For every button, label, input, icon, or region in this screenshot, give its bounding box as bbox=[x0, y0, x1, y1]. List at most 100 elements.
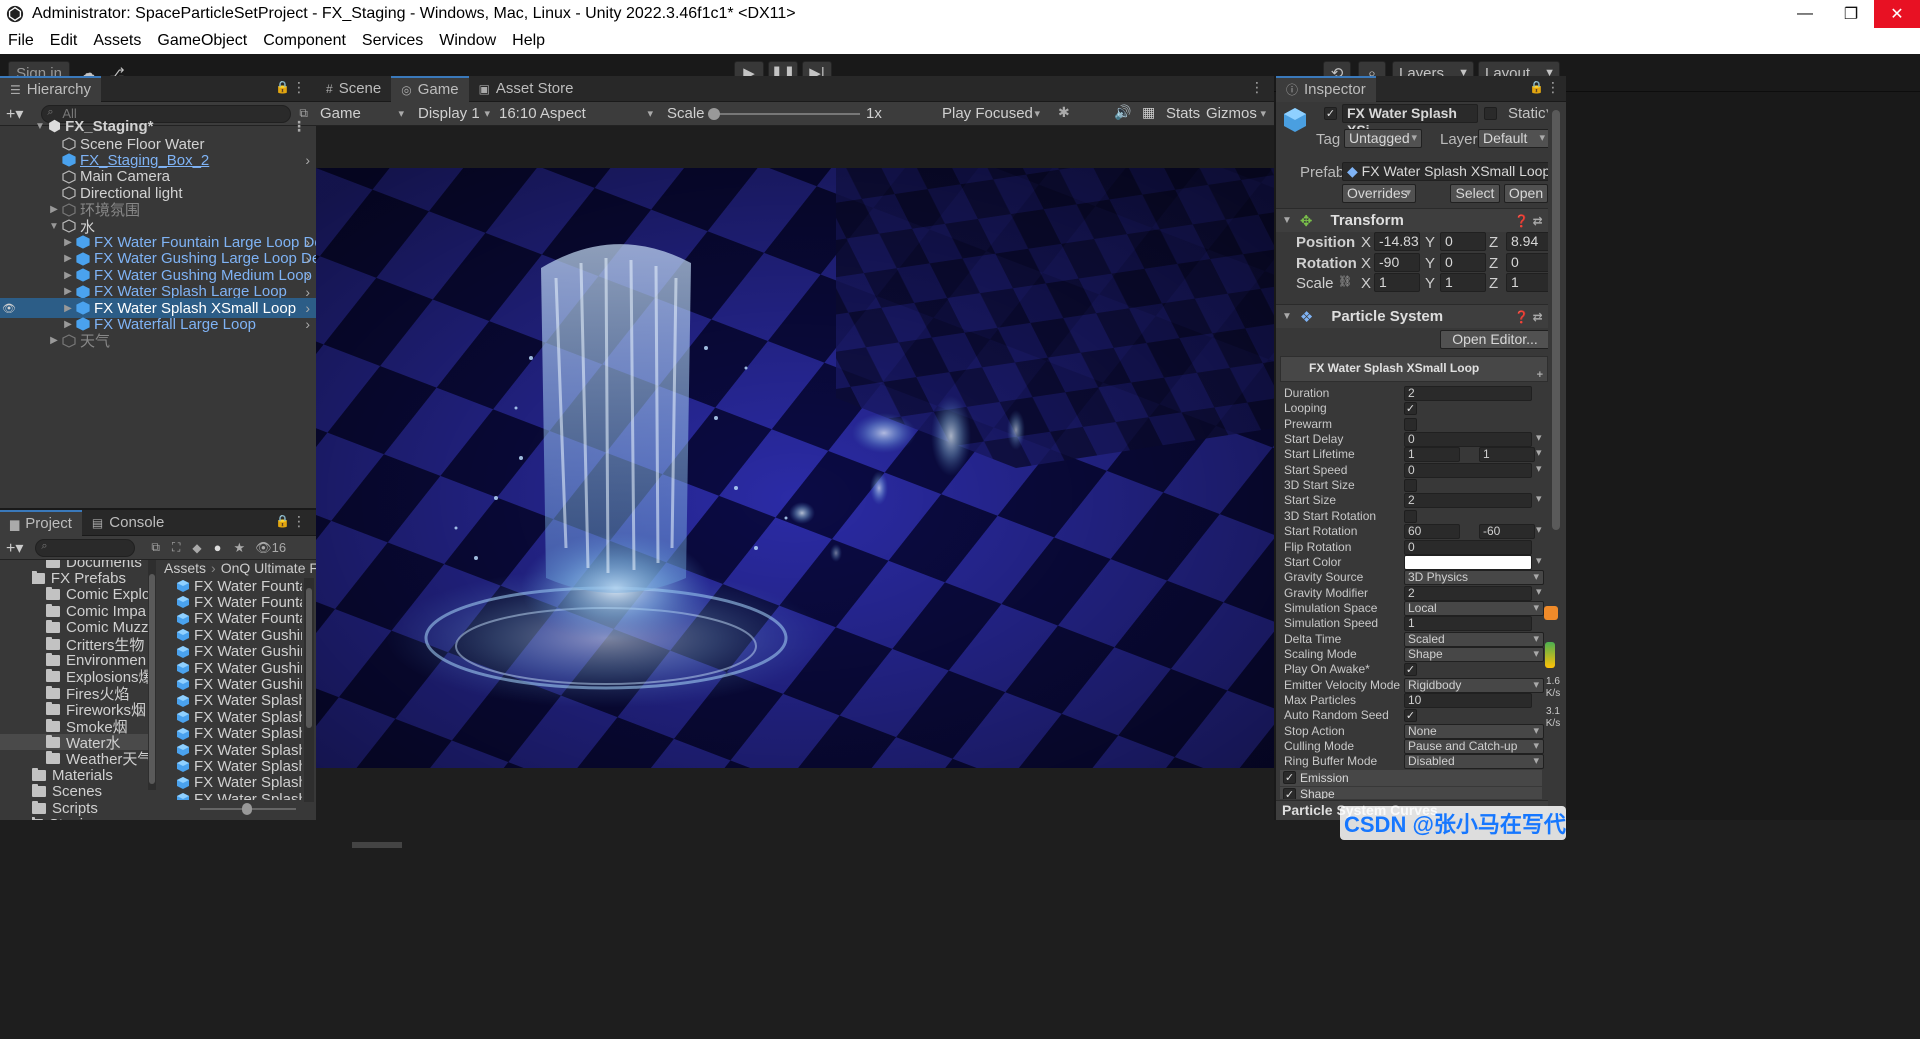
project-folder-row[interactable]: Critters生物 bbox=[46, 636, 156, 652]
tab-asset-store[interactable]: ▣ Asset Store bbox=[469, 76, 584, 102]
menu-assets[interactable]: Assets bbox=[85, 32, 149, 50]
project-asset-row[interactable]: FX Water Gushing bbox=[176, 660, 302, 676]
expand-arrow-icon[interactable]: ▶ bbox=[62, 253, 74, 264]
project-folder-row[interactable]: Weather天气 bbox=[46, 751, 156, 767]
project-folder-row[interactable]: Scripts bbox=[32, 800, 142, 816]
scale-slider-thumb[interactable] bbox=[708, 108, 720, 120]
aspect-dropdown[interactable]: 16:10 Aspect bbox=[499, 103, 657, 125]
particle-prop-checkbox[interactable] bbox=[1404, 479, 1417, 493]
project-folder-row[interactable]: Documents bbox=[46, 560, 156, 570]
alert-badge-icon[interactable] bbox=[1544, 606, 1558, 620]
project-asset-row[interactable]: FX Water Splash M bbox=[176, 726, 302, 742]
favorite-star-icon[interactable]: ★ bbox=[233, 540, 245, 556]
emission-checkbox[interactable]: ✓ bbox=[1283, 771, 1296, 784]
particle-system-header[interactable]: ▼ ❖ Particle System ❓ ⇄ ⋮ bbox=[1276, 304, 1566, 328]
layer-dropdown[interactable]: Default bbox=[1478, 129, 1550, 148]
tab-hierarchy[interactable]: ☰ Hierarchy bbox=[0, 75, 101, 102]
object-name-field[interactable]: FX Water Splash XSi bbox=[1342, 104, 1478, 138]
particle-prop-checkbox[interactable] bbox=[1404, 509, 1417, 523]
project-asset-row[interactable]: FX Water Fountain bbox=[176, 578, 302, 594]
particle-prop-dropdown[interactable]: Pause and Catch-up bbox=[1404, 739, 1544, 755]
foldout-arrow-icon[interactable]: ▼ bbox=[1282, 215, 1292, 226]
menu-services[interactable]: Services bbox=[354, 32, 431, 50]
breadcrumb-assets[interactable]: Assets bbox=[164, 560, 206, 576]
particle-prop-max-field[interactable]: 1 bbox=[1479, 447, 1535, 463]
curve-mode-dropdown-icon[interactable]: ▾ bbox=[1536, 492, 1542, 505]
particle-prop-dropdown[interactable]: Local bbox=[1404, 600, 1544, 616]
particle-prop-dropdown[interactable]: Rigidbody bbox=[1404, 677, 1544, 693]
game-viewport[interactable] bbox=[316, 168, 1274, 768]
project-folder-row[interactable]: Smoke烟 bbox=[46, 718, 156, 734]
project-folder-row[interactable]: Water水 bbox=[0, 734, 148, 751]
gizmos-dropdown[interactable]: Gizmos bbox=[1206, 103, 1270, 125]
particle-prop-dropdown[interactable]: None bbox=[1404, 723, 1544, 739]
project-asset-row[interactable]: FX Water Gushing bbox=[176, 644, 302, 660]
particle-prop-field[interactable]: 1 bbox=[1404, 616, 1532, 632]
menu-edit[interactable]: Edit bbox=[42, 32, 86, 50]
project-folder-row[interactable]: Fireworks烟 bbox=[46, 702, 156, 718]
prefab-asset-field[interactable]: ◆ FX Water Splash XSmall Loop bbox=[1342, 162, 1552, 181]
particle-prop-dropdown[interactable]: Disabled bbox=[1404, 754, 1544, 770]
particle-prop-field[interactable]: 0 bbox=[1404, 462, 1532, 478]
grid-toggle-icon[interactable]: ▦ bbox=[1142, 104, 1155, 121]
expand-arrow-icon[interactable]: ▶ bbox=[62, 303, 74, 314]
project-folder-row[interactable]: Comic Muzz bbox=[46, 620, 156, 636]
project-asset-row[interactable]: FX Water Splash L bbox=[176, 693, 302, 709]
particle-prop-dropdown[interactable]: Scaled bbox=[1404, 631, 1544, 647]
game-mode-dropdown[interactable]: Game bbox=[320, 103, 408, 125]
close-button[interactable]: ✕ bbox=[1874, 0, 1920, 28]
transform-position-x-field[interactable]: -14.83 bbox=[1374, 232, 1420, 251]
zoom-slider[interactable] bbox=[200, 803, 296, 815]
project-folder-row[interactable]: Comic Impa bbox=[46, 603, 156, 619]
hierarchy-row[interactable]: ▶ 天气 bbox=[0, 331, 316, 351]
project-folder-row[interactable]: Explosions爆 bbox=[46, 669, 156, 685]
particle-prop-field[interactable]: 2 bbox=[1404, 386, 1532, 401]
audio-icon[interactable]: 🔊 bbox=[1114, 104, 1131, 121]
kebab-menu-icon[interactable]: ⋮ bbox=[1546, 79, 1560, 96]
menu-gameobject[interactable]: GameObject bbox=[149, 32, 255, 50]
project-asset-row[interactable]: FX Water Splash M bbox=[176, 742, 302, 758]
add-module-icon[interactable]: + bbox=[1537, 369, 1543, 381]
curve-mode-dropdown-icon[interactable]: ▾ bbox=[1536, 431, 1542, 444]
expand-arrow-icon[interactable]: ▶ bbox=[62, 237, 74, 248]
project-asset-row[interactable]: FX Water Gushing bbox=[176, 627, 302, 643]
static-checkbox[interactable] bbox=[1484, 107, 1497, 120]
label-icon[interactable]: ◆ bbox=[192, 541, 201, 555]
tab-console[interactable]: ▤ Console bbox=[82, 510, 174, 536]
overrides-dropdown[interactable]: Overrides bbox=[1342, 184, 1416, 203]
restore-button[interactable]: ❐ bbox=[1828, 0, 1874, 28]
transform-scale-z-field[interactable]: 1 bbox=[1506, 273, 1552, 292]
particle-prop-dropdown[interactable]: 3D Physics bbox=[1404, 570, 1544, 586]
curve-mode-dropdown-icon[interactable]: ▾ bbox=[1536, 554, 1542, 567]
particle-prop-checkbox[interactable]: ✓ bbox=[1404, 663, 1417, 677]
foldout-arrow-icon[interactable]: ▼ bbox=[1282, 311, 1292, 322]
project-asset-row[interactable]: FX Water Splash L bbox=[176, 709, 302, 725]
emission-module-row[interactable]: ✓ Emission bbox=[1280, 770, 1542, 786]
project-folder-row[interactable]: Environmen bbox=[46, 652, 156, 668]
project-folder-row[interactable]: ▼FX Prefabs bbox=[32, 570, 142, 586]
transform-position-y-field[interactable]: 0 bbox=[1440, 232, 1486, 251]
project-asset-row[interactable]: FX Water Fountain bbox=[176, 611, 302, 627]
shape-module-row[interactable]: ✓ Shape bbox=[1280, 787, 1542, 799]
project-asset-row[interactable]: FX Water Splash X bbox=[176, 791, 302, 800]
particle-prop-field[interactable]: 2 bbox=[1404, 585, 1532, 601]
expand-arrow-icon[interactable]: ▶ bbox=[62, 319, 74, 330]
hidden-packages-count[interactable]: 👁16 bbox=[255, 540, 286, 556]
start-color-swatch[interactable] bbox=[1404, 554, 1532, 570]
hierarchy-type-icon[interactable]: ⛶ bbox=[172, 540, 180, 555]
curve-mode-dropdown-icon[interactable]: ▾ bbox=[1536, 523, 1542, 536]
bug-icon[interactable]: ✱ bbox=[1058, 104, 1070, 121]
particle-prop-checkbox[interactable] bbox=[1404, 417, 1417, 431]
tag-dropdown[interactable]: Untagged bbox=[1344, 129, 1422, 148]
transform-scale-x-field[interactable]: 1 bbox=[1374, 273, 1420, 292]
transform-rotation-z-field[interactable]: 0 bbox=[1506, 252, 1552, 272]
create-icon[interactable]: +▾ bbox=[6, 538, 23, 558]
scale-slider[interactable] bbox=[708, 108, 860, 120]
particle-prop-field[interactable]: 0 bbox=[1404, 539, 1532, 555]
curve-mode-dropdown-icon[interactable]: ▾ bbox=[1536, 462, 1542, 475]
particle-prop-field[interactable]: 0 bbox=[1404, 432, 1532, 448]
project-asset-row[interactable]: FX Water Fountain bbox=[176, 594, 302, 610]
tab-scene[interactable]: # Scene bbox=[316, 76, 391, 102]
warning-icon[interactable]: ● bbox=[214, 540, 222, 555]
particle-prop-checkbox[interactable]: ✓ bbox=[1404, 709, 1417, 723]
